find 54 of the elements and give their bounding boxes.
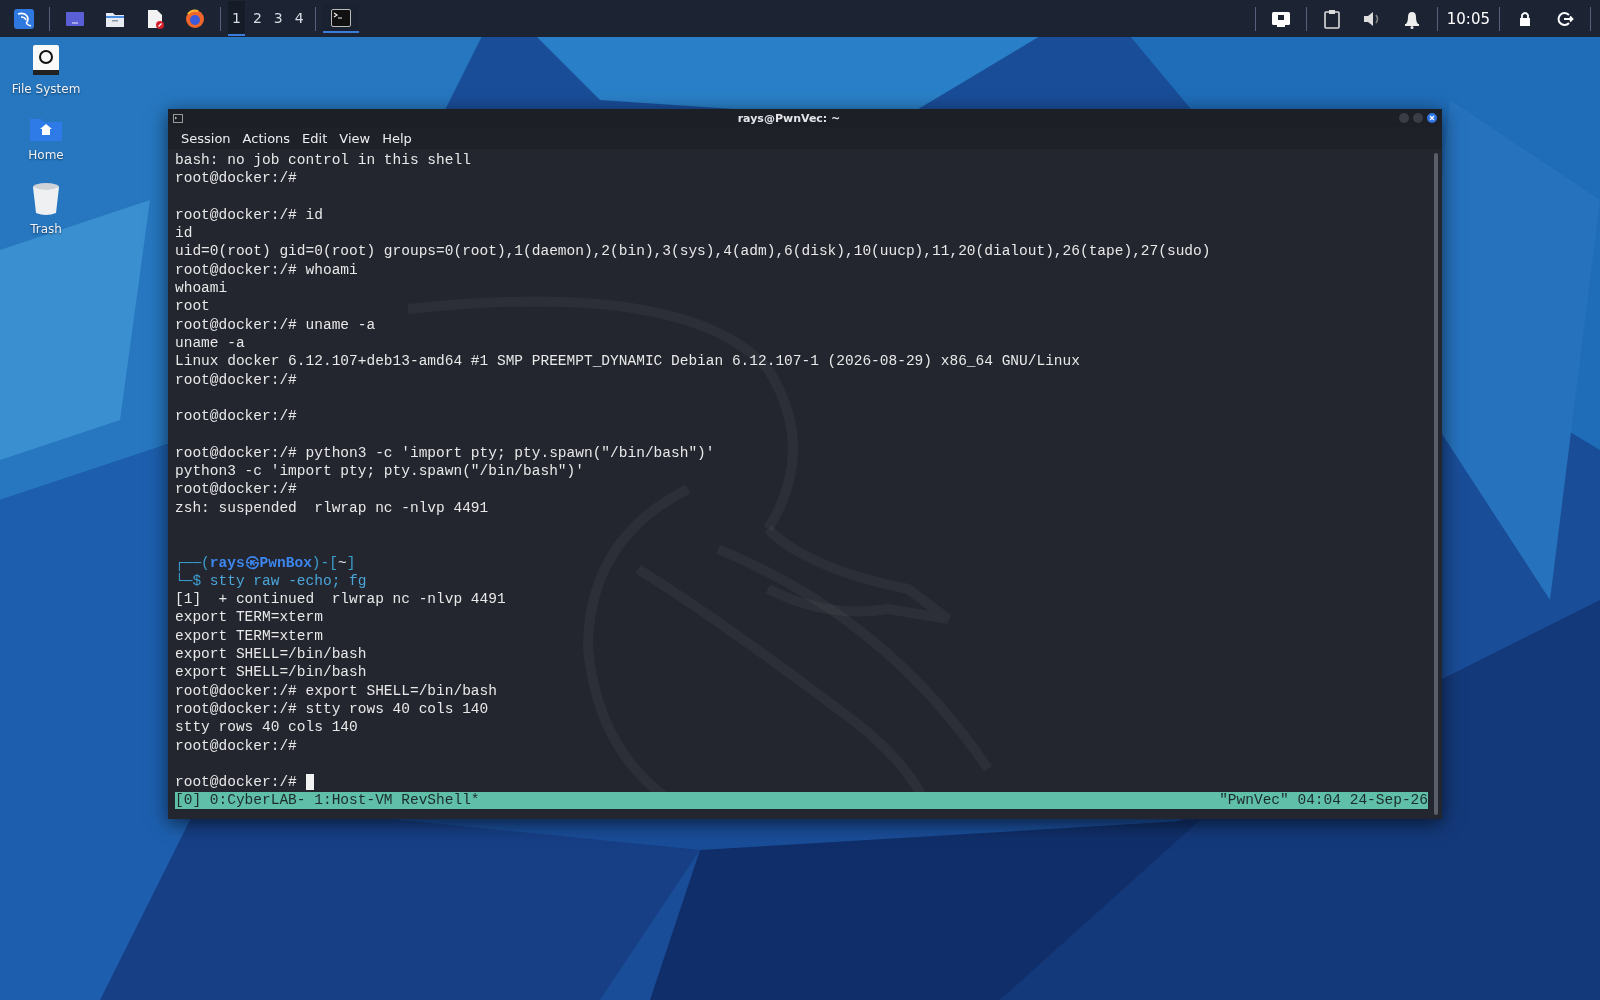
terminal-line: [1] + continued rlwrap nc -nlvp 4491 [175,590,507,609]
terminal-line: zsh: suspended rlwrap nc -nlvp 4491 [175,498,490,517]
terminal-line: root@docker:/# whoami [175,260,359,280]
terminal-line: uname -a [175,333,246,353]
terminal-line: Linux docker 6.12.107+deb13-amd64 #1 SMP PREEMPT_DYNAMIC Debian 6.12.107-1 (2026-08-29) x86_64 GNU/Linux [175,352,1081,371]
terminal-line: root@docker:/# uname -a [175,315,377,334]
drive-icon[interactable] [32,44,60,76]
close-button[interactable] [1427,113,1437,123]
icon-label[interactable]: Trash [30,222,62,236]
terminal-line: root [175,297,211,316]
terminal-line: export TERM=xterm [175,608,324,627]
menu-item[interactable]: Help [376,128,418,148]
terminal-line: root@docker:/# export SHELL=/bin/bash [175,681,498,700]
terminal-line: └─$ stty raw -echo; fg [175,571,368,591]
terminal-line: stty rows 40 cols 140 [175,718,359,737]
terminal-icon [173,113,183,123]
terminal-line: whoami [175,279,229,298]
scrollbar[interactable] [1434,153,1438,815]
icon-label[interactable]: Home [28,148,64,162]
menu-item[interactable]: Session [175,128,237,148]
terminal-line: root@docker:/# python3 -c 'import pty; pty.spawn("/bin/bash")' [175,443,716,463]
terminal-line: bash: no job control in this shell [175,151,472,170]
menu-item[interactable]: Actions [236,128,297,148]
terminal-line: root@docker:/# [175,736,298,755]
icon-label[interactable]: File System [11,82,81,96]
globe-icon[interactable] [184,7,206,30]
terminal-line: root@docker:/# [175,407,298,426]
clock[interactable]: 10:05 [1444,9,1492,28]
dragon-icon[interactable] [13,7,35,30]
window-list: [0] 0:CyberLAB- 1:Host-VM RevShell* [175,792,480,810]
terminal-line: root@docker:/# [175,169,298,188]
terminal-icon [330,9,351,27]
shell-prompt: root@docker:/# [175,773,297,792]
terminal-line: root@docker:/# [175,480,298,499]
terminal-line: export SHELL=/bin/bash [175,645,368,664]
terminal-line: id [175,224,194,243]
status-info: "PwnVec" 04:04 24-Sep-26 [1219,792,1428,810]
shell-prompt: ┌──(rays㉿PwnBox)-[~] [175,553,357,572]
trash-icon[interactable] [32,182,60,216]
terminal-line: uid=0(root) gid=0(root) groups=0(root),1(daemon),2(bin),3(sys),4(adm),6(disk),10(uucp),11,20(dialout),26(tape),27(sudo) [175,242,1212,261]
terminal-line: export TERM=xterm [175,626,324,645]
text-cursor [305,774,314,791]
terminal-line: root@docker:/# [175,370,298,389]
terminal-line: export SHELL=/bin/bash [175,663,368,682]
workspace-tab[interactable]: 4 [290,1,308,36]
menu-item[interactable]: View [333,128,377,148]
terminal-line: root@docker:/# id [175,205,324,225]
workspace-tab[interactable]: 3 [269,1,287,36]
terminal-line: root@docker:/# stty rows 40 cols 140 [175,699,490,719]
window-title: rays@PwnVec: ~ [736,111,842,125]
terminal-line: python3 -c 'import pty; pty.spawn("/bin/bash")' [175,462,585,481]
workspace-tab[interactable]: 1 [228,1,245,36]
workspace-tab[interactable]: 2 [248,1,266,36]
menu-item[interactable]: Edit [296,128,334,148]
